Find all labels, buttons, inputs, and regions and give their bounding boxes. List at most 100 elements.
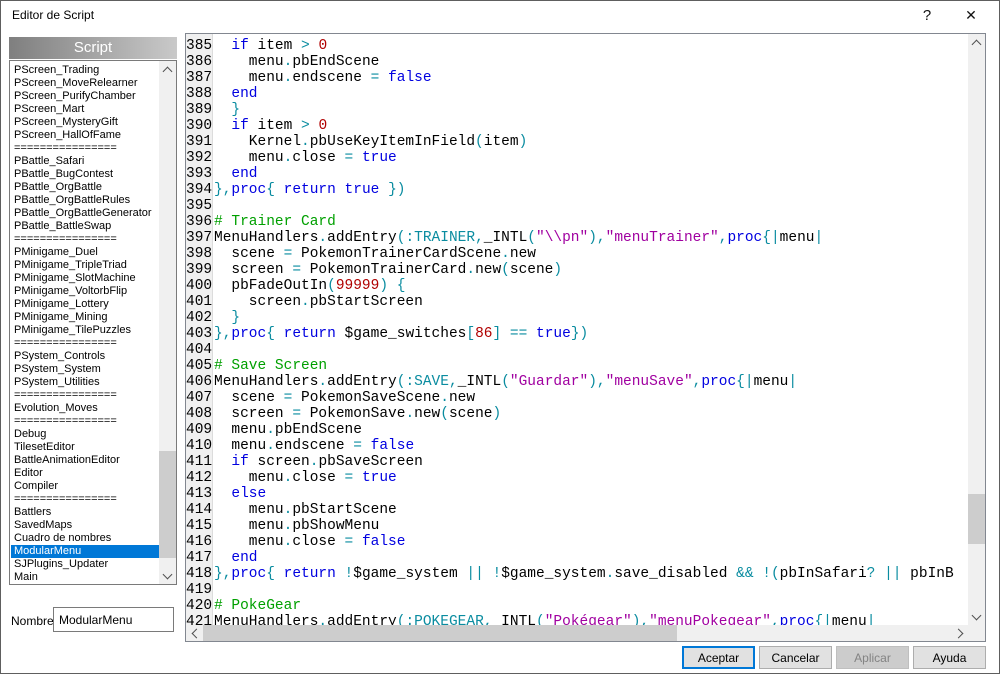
code-line: 409 menu.pbEndScene [186, 422, 954, 438]
code-line: 420# PokeGear [186, 598, 954, 614]
list-item[interactable]: PSystem_Utilities [11, 376, 159, 389]
close-button[interactable]: ✕ [954, 2, 988, 29]
list-item[interactable]: SJPlugins_Updater [11, 558, 159, 571]
scroll-right-arrow[interactable] [951, 625, 968, 641]
aplicar-button[interactable]: Aplicar [836, 646, 909, 669]
scroll-up-arrow[interactable] [968, 34, 985, 51]
list-item[interactable]: PMinigame_TripleTriad [11, 259, 159, 272]
code-line: 392 menu.close = true [186, 150, 954, 166]
title-bar[interactable]: Editor de Script ? ✕ [2, 2, 998, 29]
list-item[interactable]: PScreen_Mart [11, 103, 159, 116]
code-line: 396# Trainer Card [186, 214, 954, 230]
scroll-thumb[interactable] [203, 625, 677, 641]
list-item[interactable]: PBattle_OrgBattle [11, 181, 159, 194]
list-item[interactable]: PMinigame_Lottery [11, 298, 159, 311]
code-lines: 385 if item > 0386 menu.pbEndScene387 me… [186, 38, 954, 625]
list-item[interactable]: Compiler [11, 480, 159, 493]
code-line: 405# Save Screen [186, 358, 954, 374]
ayuda-button[interactable]: Ayuda [913, 646, 986, 669]
code-line: 388 end [186, 86, 954, 102]
code-line: 397MenuHandlers.addEntry(:TRAINER,_INTL(… [186, 230, 954, 246]
list-item[interactable]: BattleAnimationEditor [11, 454, 159, 467]
code-line: 391 Kernel.pbUseKeyItemInField(item) [186, 134, 954, 150]
cancelar-button[interactable]: Cancelar [759, 646, 832, 669]
list-item[interactable]: PScreen_MysteryGift [11, 116, 159, 129]
nombre-label: Nombre: [11, 614, 57, 628]
code-line: 385 if item > 0 [186, 38, 954, 54]
list-item[interactable]: PBattle_BugContest [11, 168, 159, 181]
code-line: 393 end [186, 166, 954, 182]
scroll-down-arrow[interactable] [968, 608, 985, 625]
code-line: 416 menu.close = false [186, 534, 954, 550]
script-list: PScreen_TradingPScreen_MoveRelearnerPScr… [9, 60, 177, 585]
list-item[interactable]: SavedMaps [11, 519, 159, 532]
list-item[interactable]: ================ [11, 493, 159, 506]
code-line: 412 menu.close = true [186, 470, 954, 486]
scroll-down-arrow[interactable] [159, 567, 176, 584]
code-line: 411 if screen.pbSaveScreen [186, 454, 954, 470]
scroll-thumb[interactable] [159, 451, 176, 558]
scroll-up-arrow[interactable] [159, 61, 176, 78]
list-item[interactable]: PMinigame_Duel [11, 246, 159, 259]
button-bar: AceptarCancelarAplicarAyuda [682, 646, 986, 669]
code-viewport[interactable]: 385 if item > 0386 menu.pbEndScene387 me… [186, 34, 968, 625]
list-item-selected[interactable]: ModularMenu [11, 545, 159, 558]
code-line: 403},proc{ return $game_switches[86] == … [186, 326, 954, 342]
list-item[interactable]: PBattle_OrgBattleGenerator [11, 207, 159, 220]
scrollbar-corner [968, 625, 985, 641]
list-item[interactable]: ================ [11, 337, 159, 350]
chevron-left-icon [191, 628, 201, 638]
code-line: 404 [186, 342, 954, 358]
code-line: 398 scene = PokemonTrainerCardScene.new [186, 246, 954, 262]
script-list-items: PScreen_TradingPScreen_MoveRelearnerPScr… [11, 62, 159, 585]
list-item[interactable]: Battlers [11, 506, 159, 519]
list-item[interactable]: Evolution_Moves [11, 402, 159, 415]
list-item[interactable]: TilesetEditor [11, 441, 159, 454]
list-item[interactable]: PScreen_Trading [11, 64, 159, 77]
list-item[interactable]: Main [11, 571, 159, 584]
code-line: 421MenuHandlers.addEntry(:POKEGEAR,_INTL… [186, 614, 954, 625]
list-item[interactable]: Cuadro de nombres [11, 532, 159, 545]
code-line: 407 scene = PokemonSaveScene.new [186, 390, 954, 406]
code-line: 387 menu.endscene = false [186, 70, 954, 86]
code-line: 417 end [186, 550, 954, 566]
list-item[interactable]: ================ [11, 142, 159, 155]
code-editor[interactable]: 385 if item > 0386 menu.pbEndScene387 me… [185, 33, 986, 642]
code-line: 410 menu.endscene = false [186, 438, 954, 454]
editor-horizontal-scrollbar[interactable] [186, 625, 968, 641]
scroll-left-arrow[interactable] [186, 625, 203, 641]
list-item[interactable]: PScreen_HallOfFame [11, 129, 159, 142]
list-item[interactable]: Debug [11, 428, 159, 441]
code-line: 415 menu.pbShowMenu [186, 518, 954, 534]
list-item[interactable]: PMinigame_VoltorbFlip [11, 285, 159, 298]
list-item[interactable]: PMinigame_Mining [11, 311, 159, 324]
list-item[interactable]: ================ [11, 415, 159, 428]
script-list-scrollbar[interactable] [159, 61, 176, 584]
aceptar-button[interactable]: Aceptar [682, 646, 755, 669]
code-line: 413 else [186, 486, 954, 502]
nombre-input[interactable] [53, 607, 174, 632]
list-item[interactable]: PMinigame_TilePuzzles [11, 324, 159, 337]
list-item[interactable]: PBattle_Safari [11, 155, 159, 168]
code-line: 389 } [186, 102, 954, 118]
list-item[interactable]: PMinigame_SlotMachine [11, 272, 159, 285]
list-item[interactable]: ================ [11, 389, 159, 402]
help-button[interactable]: ? [910, 2, 944, 29]
code-line: 418},proc{ return !$game_system || !$gam… [186, 566, 954, 582]
code-line: 400 pbFadeOutIn(99999) { [186, 278, 954, 294]
list-item[interactable]: PBattle_OrgBattleRules [11, 194, 159, 207]
list-item[interactable]: PSystem_Controls [11, 350, 159, 363]
editor-vertical-scrollbar[interactable] [968, 34, 985, 625]
list-item[interactable]: PScreen_PurifyChamber [11, 90, 159, 103]
list-item[interactable]: Editor [11, 467, 159, 480]
scroll-thumb[interactable] [968, 494, 985, 544]
list-item[interactable]: PBattle_BattleSwap [11, 220, 159, 233]
list-item[interactable]: PSystem_System [11, 363, 159, 376]
code-line: 406MenuHandlers.addEntry(:SAVE,_INTL("Gu… [186, 374, 954, 390]
script-panel-header: Script [9, 37, 177, 59]
list-item[interactable]: PScreen_MoveRelearner [11, 77, 159, 90]
code-line: 419 [186, 582, 954, 598]
code-line: 402 } [186, 310, 954, 326]
list-item[interactable]: ================ [11, 233, 159, 246]
chevron-right-icon [953, 628, 963, 638]
